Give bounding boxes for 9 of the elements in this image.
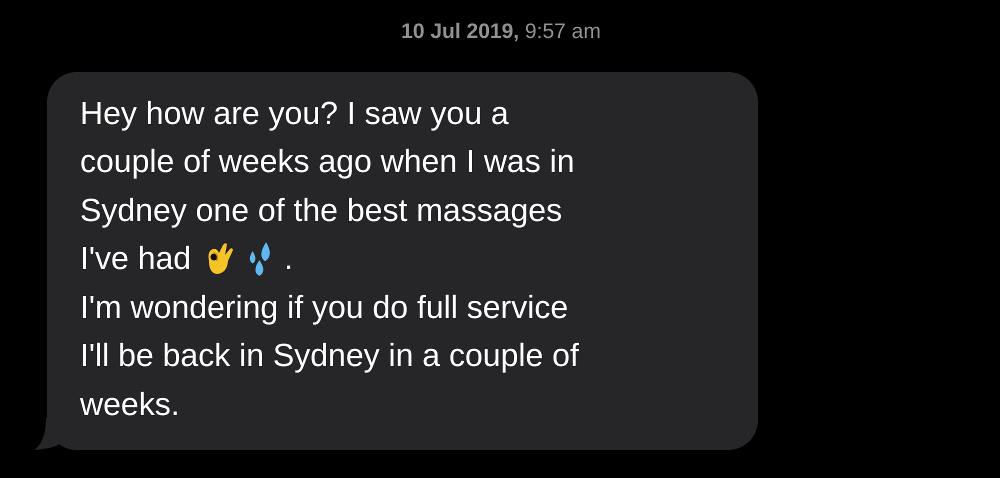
message-text: weeks. [80,386,180,423]
message-text: couple of weeks ago when I was in [80,143,575,180]
message-text: . [284,240,293,278]
message-text: Sydney one of the best massages [80,192,562,229]
message-text: I've had [80,240,192,278]
message-text: Hey how are you? I saw you a [80,94,509,132]
message-timestamp: 10 Jul 2019, 9:57 am [400,20,601,45]
message-text: I'm wondering if you do full service [80,288,568,326]
message-text: I'll be back in Sydney in a couple of [80,337,579,374]
